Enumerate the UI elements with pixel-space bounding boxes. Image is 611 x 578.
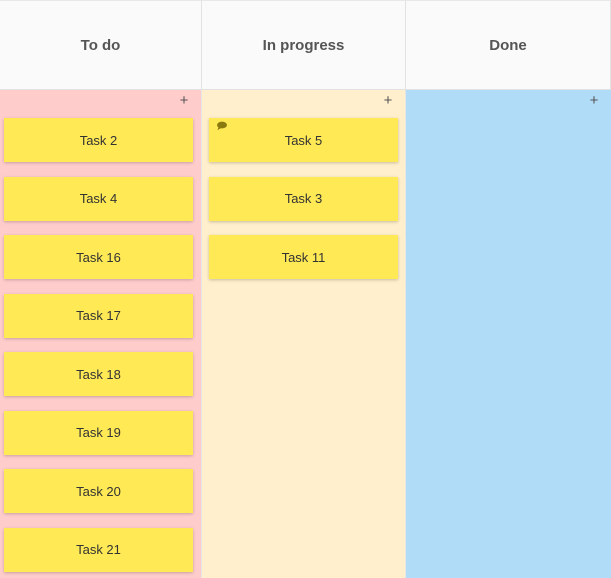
- card-label: Task 17: [76, 308, 121, 323]
- column-in-progress: In progress + Task 5 Task 3 Task 11: [202, 0, 406, 578]
- task-card[interactable]: Task 2: [4, 118, 193, 162]
- card-label: Task 3: [284, 191, 323, 206]
- task-card[interactable]: Task 3: [209, 176, 398, 221]
- column-title: In progress: [262, 36, 345, 54]
- task-card[interactable]: Task 20: [4, 469, 193, 513]
- card-list: Task 5 Task 3 Task 11: [202, 90, 405, 279]
- card-label: Task 21: [76, 542, 121, 557]
- card-label: Task 18: [76, 366, 121, 382]
- column-done: Done +: [406, 0, 611, 578]
- comment-icon[interactable]: [216, 121, 228, 131]
- card-list: Task 2 Task 4 Task 16 Task 17 Task 18 Ta…: [0, 90, 201, 572]
- column-body: + Task 2 Task 4 Task 16 Task 17 Task 18 …: [0, 90, 202, 578]
- add-card-button[interactable]: +: [381, 93, 395, 109]
- task-card[interactable]: Task 18: [4, 352, 193, 396]
- column-to-do: To do + Task 2 Task 4 Task 16 Task 17 Ta…: [0, 0, 202, 578]
- task-card[interactable]: Task 5: [209, 118, 398, 162]
- column-title: To do: [80, 36, 121, 54]
- card-label: Task 2: [79, 132, 118, 148]
- card-label: Task 5: [284, 132, 323, 148]
- card-label: Task 16: [76, 249, 121, 265]
- task-card[interactable]: Task 21: [4, 527, 193, 572]
- column-title: Done: [489, 36, 527, 54]
- task-card[interactable]: Task 17: [4, 293, 193, 338]
- card-label: Task 19: [76, 425, 121, 440]
- card-label: Task 11: [281, 249, 326, 265]
- column-header: Done: [406, 0, 611, 90]
- add-card-button[interactable]: +: [587, 93, 601, 109]
- kanban-board: To do + Task 2 Task 4 Task 16 Task 17 Ta…: [0, 0, 611, 578]
- column-body: + Task 5 Task 3 Task 11: [202, 90, 406, 578]
- column-body: +: [406, 90, 611, 578]
- card-list: [406, 90, 611, 118]
- task-card[interactable]: Task 11: [209, 235, 398, 279]
- add-card-button[interactable]: +: [177, 93, 191, 109]
- column-header: In progress: [202, 0, 406, 90]
- column-header: To do: [0, 0, 202, 90]
- card-label: Task 20: [76, 483, 121, 499]
- task-card[interactable]: Task 19: [4, 410, 193, 455]
- task-card[interactable]: Task 16: [4, 235, 193, 279]
- card-label: Task 4: [79, 191, 118, 206]
- task-card[interactable]: Task 4: [4, 176, 193, 221]
